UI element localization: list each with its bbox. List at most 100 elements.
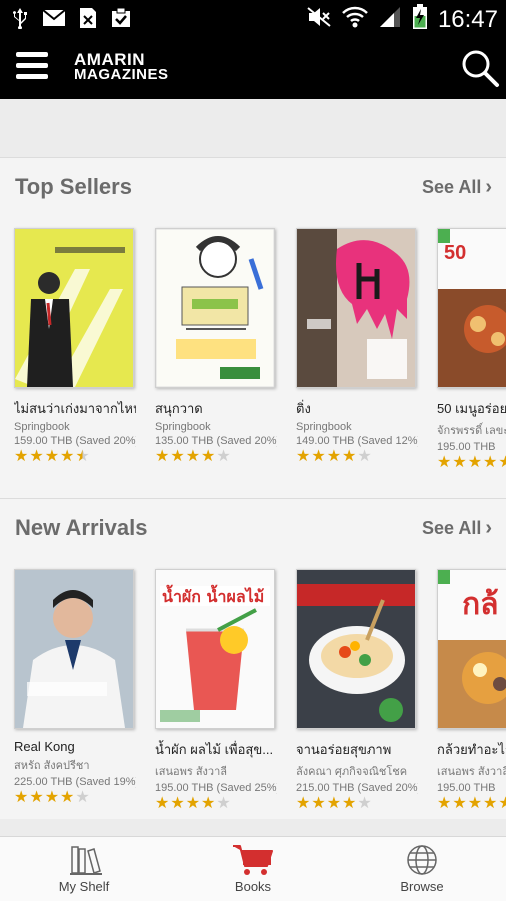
see-all-button[interactable]: See All › (422, 176, 492, 199)
book-cover[interactable] (296, 569, 416, 729)
book-price: 215.00 THB (Saved 20%) (296, 782, 418, 794)
star-icon: ★ (342, 795, 357, 812)
book-cover[interactable] (14, 569, 134, 729)
book-cover[interactable]: 50 (437, 228, 506, 388)
book-title: ไม่สนว่าเก่งมาจากไหน (14, 401, 136, 416)
book-card[interactable]: น้ำผัก น้ำผลไม้ น้ำผัก ผลไม้ เพื่อสุข...… (155, 569, 277, 812)
book-card[interactable]: จานอร่อยสุขภาพ ลังคณา ศุภกิจจณิชโชค 215.… (296, 569, 418, 812)
nav-my-shelf[interactable]: My Shelf (0, 837, 168, 901)
book-publisher: Springbook (296, 421, 352, 433)
book-card[interactable]: ไม่สนว่าเก่งมาจากไหน Springbook 159.00 T… (14, 228, 136, 465)
chevron-right-icon: › (485, 176, 492, 198)
book-title: จานอร่อยสุขภาพ (296, 742, 392, 757)
star-icon: ★ (326, 448, 342, 465)
logo-line1: AMARIN (74, 50, 145, 69)
book-title: น้ำผัก ผลไม้ เพื่อสุข... (155, 742, 274, 757)
nav-label: Books (234, 879, 272, 894)
star-icon: ★ (201, 448, 216, 465)
book-price: 225.00 THB (Saved 19%) (14, 776, 136, 788)
star-icon: ★ (170, 795, 185, 812)
nav-label: Browse (400, 879, 444, 894)
book-cover[interactable]: น้ำผัก น้ำผลไม้ (155, 569, 275, 729)
star-icon: ★ (483, 795, 498, 812)
book-title: สนุกวาด (155, 401, 203, 416)
star-icon: ★ (44, 448, 60, 465)
star-icon: ★ (201, 795, 216, 812)
section-top-sellers: Top Sellers See All › ไม่สนว่าเก่งมาจากไ… (0, 157, 506, 498)
book-card[interactable]: ติ่ง Springbook 149.00 THB (Saved 12%) ★… (296, 228, 418, 465)
shopping-cart-icon (231, 843, 275, 882)
star-icon: ★ (216, 448, 231, 465)
star-icon: ★ (216, 795, 231, 812)
nav-browse[interactable]: Browse (338, 837, 506, 901)
star-icon: ★ (185, 795, 201, 812)
star-icon: ★ (29, 789, 44, 806)
star-icon: ★ (452, 454, 467, 471)
wifi-icon (342, 6, 368, 33)
see-all-label: See All (421, 518, 482, 538)
book-card[interactable]: 50 50 เมนูอร่อย จักรพรรดิ์ เลขะ 195.00 T… (437, 228, 506, 471)
book-title: 50 เมนูอร่อย (437, 401, 506, 416)
star-icon: ★ (75, 789, 90, 806)
star-icon: ★ (498, 795, 506, 812)
book-price: 159.00 THB (Saved 20%) (14, 435, 136, 447)
see-all-label: See All (421, 177, 482, 197)
star-icon: ★ (311, 795, 326, 812)
book-publisher: สหรัถ สังคปรีชา (14, 760, 90, 772)
star-rating: ★ ★ ★ ★ ★ (155, 796, 277, 812)
star-icon: ★ (311, 448, 326, 465)
star-icon: ★ (326, 795, 342, 812)
book-publisher: เสนอพร สังวาลี (437, 766, 506, 778)
book-card[interactable]: กล้ กล้วยทำอะไร เสนอพร สังวาลี 195.00 TH… (437, 569, 506, 812)
book-title: กล้วยทำอะไร (437, 742, 506, 757)
star-icon: ★ (170, 448, 185, 465)
star-icon: ★ (155, 795, 170, 812)
star-icon: ★ (29, 448, 44, 465)
star-icon: ★ (44, 789, 60, 806)
svg-text:น้ำผัก น้ำผลไม้: น้ำผัก น้ำผลไม้ (162, 584, 264, 606)
logo-line2: MAGAZINES (74, 66, 169, 83)
sd-card-icon (78, 6, 98, 35)
star-rating: ★ ★ ★ ★ ★ (155, 449, 277, 465)
book-price: 195.00 THB (437, 782, 496, 794)
star-icon: ★ (60, 789, 75, 806)
book-cover[interactable]: กล้ (437, 569, 506, 729)
search-icon[interactable] (460, 48, 500, 88)
hamburger-icon[interactable] (16, 52, 48, 80)
book-card[interactable]: Real Kong สหรัถ สังคปรีชา 225.00 THB (Sa… (14, 569, 136, 806)
star-icon: ★ (452, 795, 467, 812)
star-rating: ★ ★ ★ ★ ★ (14, 790, 136, 806)
battery-charging-icon (412, 4, 428, 35)
star-icon: ★ (437, 454, 452, 471)
star-rating: ★ ★ ★ ★ ★ (296, 449, 418, 465)
clock: 16:47 (437, 5, 498, 33)
star-icon: ★ (498, 454, 506, 471)
see-all-button[interactable]: See All › (422, 517, 492, 540)
book-cover[interactable] (155, 228, 275, 388)
book-price: 195.00 THB (437, 441, 496, 453)
book-publisher: เสนอพร สังวาลี (155, 766, 227, 778)
star-icon: ★ (296, 795, 311, 812)
svg-text:50: 50 (444, 242, 466, 264)
nav-books[interactable]: Books (169, 837, 337, 901)
book-price: 149.00 THB (Saved 12%) (296, 435, 418, 447)
book-card[interactable]: สนุกวาด Springbook 135.00 THB (Saved 20%… (155, 228, 277, 465)
task-icon (110, 7, 132, 34)
star-icon: ★ (185, 448, 201, 465)
star-icon: ★ (296, 448, 311, 465)
section-title: Top Sellers (15, 174, 132, 199)
book-cover[interactable] (14, 228, 134, 388)
status-bar: 16:47 (0, 0, 506, 36)
star-icon: ★ (155, 448, 170, 465)
star-rating: ★ ★ ★ ★ ★ (437, 796, 506, 812)
svg-text:กล้: กล้ (462, 587, 499, 622)
star-icon: ★ (437, 795, 452, 812)
star-icon: ★ (467, 795, 483, 812)
star-icon: ★ (357, 448, 372, 465)
book-price: 135.00 THB (Saved 20%) (155, 435, 277, 447)
book-publisher: จักรพรรดิ์ เลขะ (437, 425, 506, 437)
book-cover[interactable] (296, 228, 416, 388)
main-content[interactable]: Top Sellers See All › ไม่สนว่าเก่งมาจากไ… (0, 99, 506, 836)
star-icon: ★ (14, 789, 29, 806)
star-rating: ★ ★ ★ ★ ★ (14, 449, 136, 465)
